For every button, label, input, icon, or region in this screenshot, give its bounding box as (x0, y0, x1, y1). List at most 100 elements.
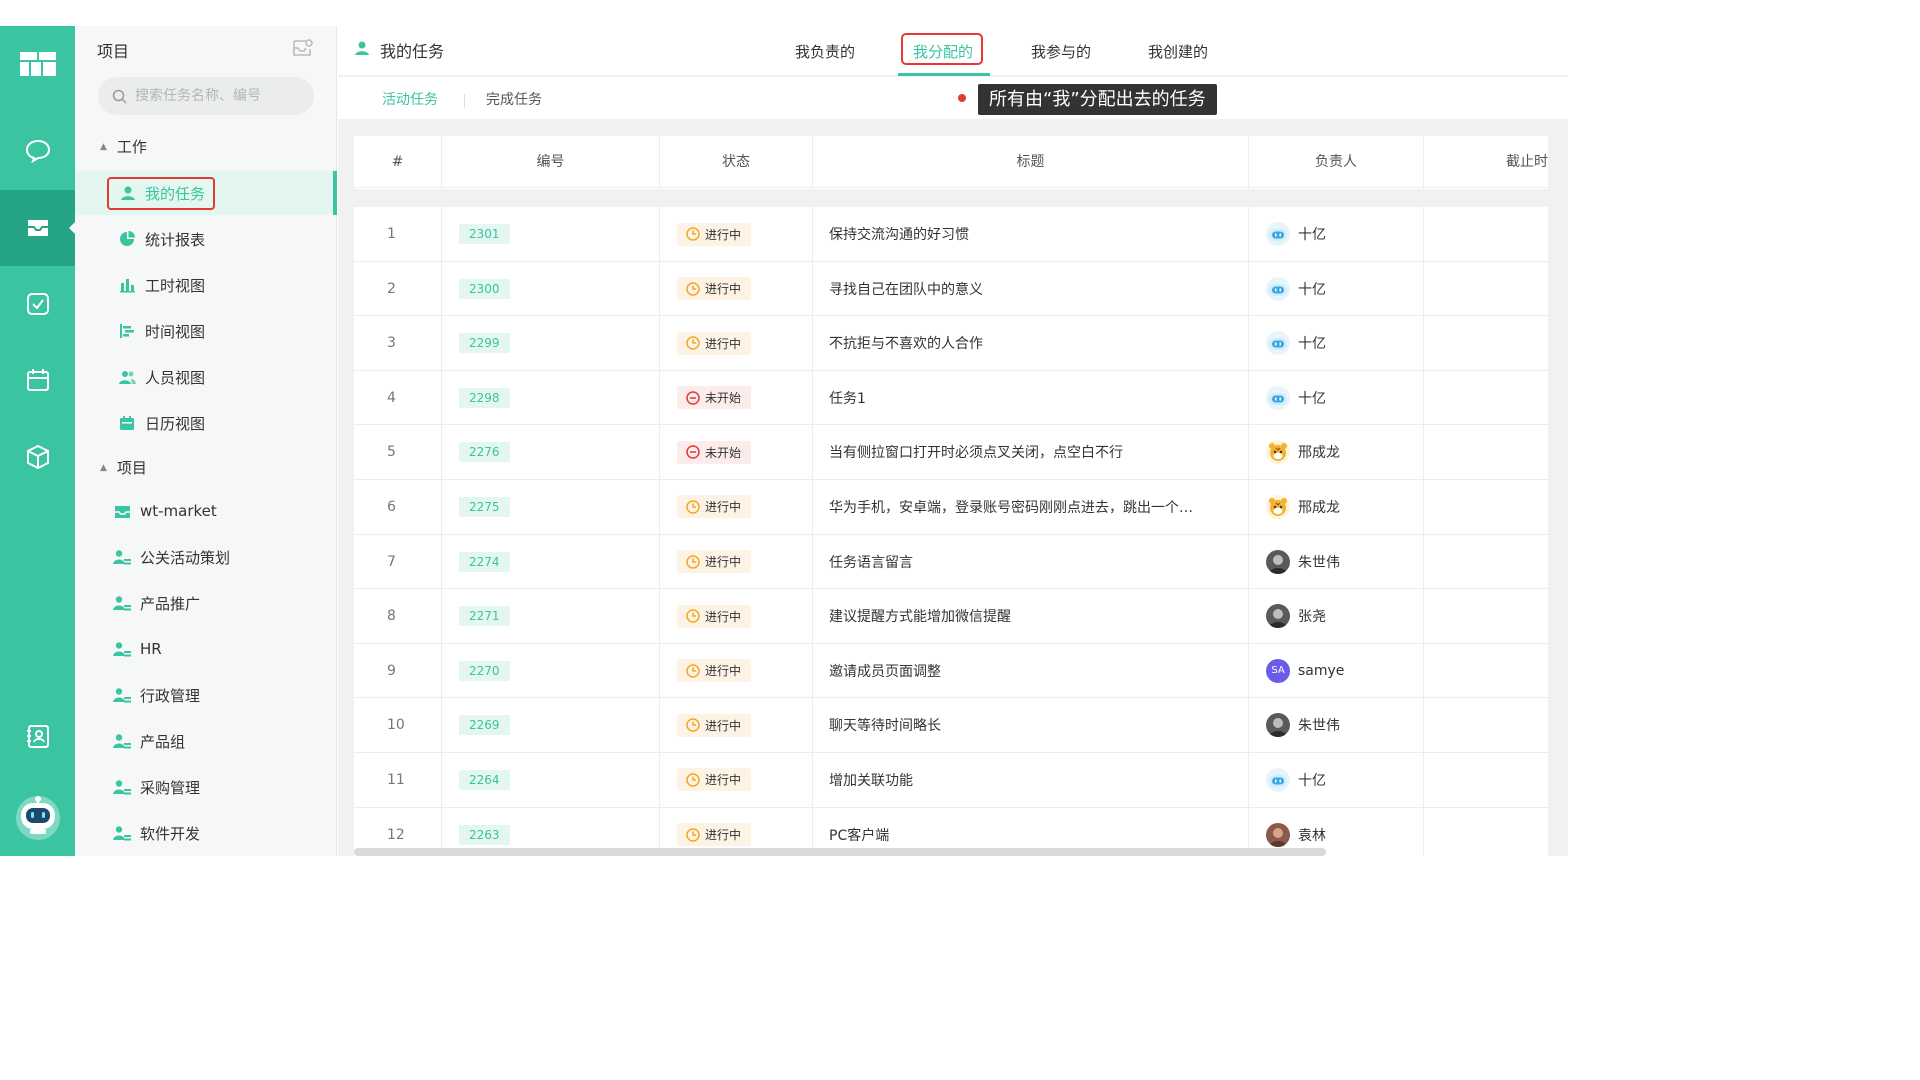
table-row[interactable]: 2 2300 进行中 寻找自己在团队中的意义 十亿 (354, 261, 1548, 317)
sidebar-project-product-team[interactable]: 产品组 (75, 719, 336, 763)
due-cell[interactable] (1424, 644, 1548, 698)
owner-cell[interactable]: 十亿 (1249, 207, 1424, 261)
sidebar-project-wt-market[interactable]: wt-market (75, 489, 336, 533)
tab-assigned[interactable]: 我分配的 (913, 41, 973, 62)
task-title[interactable]: 当有侧拉窗口打开时必须点叉关闭，点空白不行 (829, 442, 1229, 462)
tab-responsible[interactable]: 我负责的 (795, 41, 855, 62)
title-cell[interactable]: 任务语言留言 (813, 534, 1249, 589)
subtab-completed-tasks[interactable]: 完成任务 (486, 89, 542, 109)
sidebar-item-worktime[interactable]: 工时视图 (75, 263, 336, 307)
owner-cell[interactable]: 十亿 (1249, 316, 1424, 371)
table-row[interactable]: 1 2301 进行中 保持交流沟通的好习惯 十亿 (354, 207, 1548, 262)
group-work[interactable]: ▲ 工作 (100, 136, 147, 157)
app-logo-icon[interactable] (0, 26, 75, 102)
title-cell[interactable]: 聊天等待时间略长 (813, 698, 1249, 753)
cube-icon[interactable] (0, 419, 75, 495)
title-cell[interactable]: 寻找自己在团队中的意义 (813, 261, 1249, 316)
status-badge[interactable]: 进行中 (677, 331, 752, 355)
inbox-settings-icon[interactable] (291, 38, 313, 62)
table-row[interactable]: 10 2269 进行中 聊天等待时间略长 朱世伟 (354, 698, 1548, 753)
task-title[interactable]: 任务语言留言 (829, 552, 1229, 572)
status-badge[interactable]: 进行中 (677, 604, 752, 628)
column-header-code[interactable]: 编号 (442, 136, 660, 188)
owner-cell[interactable]: 朱世伟 (1249, 534, 1424, 589)
task-code-badge[interactable]: 2301 (459, 224, 510, 244)
table-row[interactable]: 9 2270 进行中 邀请成员页面调整 SA samye (354, 643, 1548, 699)
task-code-badge[interactable]: 2264 (459, 769, 510, 790)
status-badge[interactable]: 进行中 (677, 768, 752, 792)
group-project[interactable]: ▲ 项目 (100, 457, 147, 478)
task-title[interactable]: PC客户端 (829, 825, 1229, 845)
column-header-owner[interactable]: 负责人 (1249, 136, 1424, 188)
sidebar-project-pr[interactable]: 公关活动策划 (75, 535, 336, 579)
table-row[interactable]: 6 2275 进行中 华为手机，安卓端，登录账号密码刚刚点进去，跳出一个… 邢成龙 (354, 479, 1548, 535)
task-code-badge[interactable]: 2298 (459, 387, 510, 408)
status-badge[interactable]: 进行中 (677, 823, 752, 847)
due-cell[interactable] (1424, 535, 1548, 589)
task-code-badge[interactable]: 2263 (459, 824, 510, 845)
task-code-badge[interactable]: 2271 (459, 606, 510, 627)
owner-cell[interactable]: 十亿 (1249, 752, 1424, 807)
contacts-icon[interactable] (0, 698, 75, 774)
table-row[interactable]: 5 2276 未开始 当有侧拉窗口打开时必须点叉关闭，点空白不行 邢成龙 (354, 425, 1548, 480)
table-row[interactable]: 4 2298 未开始 任务1 十亿 (354, 370, 1548, 426)
owner-cell[interactable]: 十亿 (1249, 261, 1424, 316)
task-code-badge[interactable]: 2275 (459, 496, 510, 517)
task-title[interactable]: 聊天等待时间略长 (829, 715, 1229, 735)
task-code-badge[interactable]: 2300 (459, 278, 510, 299)
subtab-active-tasks[interactable]: 活动任务 (382, 89, 438, 109)
task-title[interactable]: 华为手机，安卓端，登录账号密码刚刚点进去，跳出一个… (829, 497, 1229, 517)
owner-cell[interactable]: 张尧 (1249, 589, 1424, 644)
status-badge[interactable]: 未开始 (677, 440, 752, 464)
sidebar-item-calendar[interactable]: 日历视图 (75, 401, 336, 445)
table-row[interactable]: 3 2299 进行中 不抗拒与不喜欢的人合作 十亿 (354, 316, 1548, 371)
status-badge[interactable]: 进行中 (677, 495, 752, 519)
task-code-badge[interactable]: 2299 (459, 333, 510, 354)
status-badge[interactable]: 进行中 (677, 277, 752, 301)
tasks-icon[interactable] (0, 266, 75, 342)
due-cell[interactable] (1424, 808, 1548, 856)
due-cell[interactable] (1424, 753, 1548, 807)
column-header-title[interactable]: 标题 (813, 136, 1249, 188)
due-cell[interactable] (1424, 698, 1548, 752)
search-input[interactable] (135, 88, 305, 104)
sidebar-item-stats[interactable]: 统计报表 (75, 217, 336, 261)
task-title[interactable]: 不抗拒与不喜欢的人合作 (829, 333, 1229, 353)
table-row[interactable]: 11 2264 进行中 增加关联功能 十亿 (354, 752, 1548, 808)
task-title[interactable]: 建议提醒方式能增加微信提醒 (829, 606, 1229, 626)
robot-assistant-icon[interactable] (0, 778, 75, 854)
due-cell[interactable] (1424, 480, 1548, 534)
owner-cell[interactable]: 邢成龙 (1249, 425, 1424, 480)
horizontal-scrollbar[interactable] (354, 848, 1326, 856)
tab-participating[interactable]: 我参与的 (1031, 41, 1091, 62)
owner-cell[interactable]: 朱世伟 (1249, 698, 1424, 753)
table-row[interactable]: 8 2271 进行中 建议提醒方式能增加微信提醒 张尧 (354, 589, 1548, 644)
due-cell[interactable] (1424, 589, 1548, 643)
title-cell[interactable]: 任务1 (813, 370, 1249, 425)
tab-created[interactable]: 我创建的 (1148, 41, 1208, 62)
sidebar-project-software[interactable]: 软件开发 (75, 811, 336, 855)
owner-cell[interactable]: 十亿 (1249, 370, 1424, 425)
status-badge[interactable]: 进行中 (677, 713, 752, 737)
task-code-badge[interactable]: 2276 (459, 442, 510, 463)
task-title[interactable]: 保持交流沟通的好习惯 (829, 224, 1229, 244)
sidebar-item-timeline[interactable]: 时间视图 (75, 309, 336, 353)
title-cell[interactable]: 增加关联功能 (813, 752, 1249, 807)
due-cell[interactable] (1424, 316, 1548, 370)
status-badge[interactable]: 进行中 (677, 222, 752, 246)
projects-icon[interactable] (0, 190, 76, 266)
due-cell[interactable] (1424, 425, 1548, 479)
sidebar-item-people[interactable]: 人员视图 (75, 355, 336, 399)
task-code-badge[interactable]: 2270 (459, 660, 510, 681)
status-badge[interactable]: 进行中 (677, 659, 752, 683)
owner-cell[interactable]: 邢成龙 (1249, 479, 1424, 534)
task-title[interactable]: 增加关联功能 (829, 770, 1229, 790)
status-badge[interactable]: 未开始 (677, 386, 752, 410)
task-title[interactable]: 寻找自己在团队中的意义 (829, 279, 1229, 299)
column-header-status[interactable]: 状态 (660, 136, 813, 188)
title-cell[interactable]: 不抗拒与不喜欢的人合作 (813, 316, 1249, 371)
sidebar-item-my-tasks[interactable]: 我的任务 (75, 171, 337, 215)
column-header-index[interactable]: # (354, 136, 442, 188)
calendar-icon[interactable] (0, 342, 75, 418)
status-badge[interactable]: 进行中 (677, 550, 752, 574)
